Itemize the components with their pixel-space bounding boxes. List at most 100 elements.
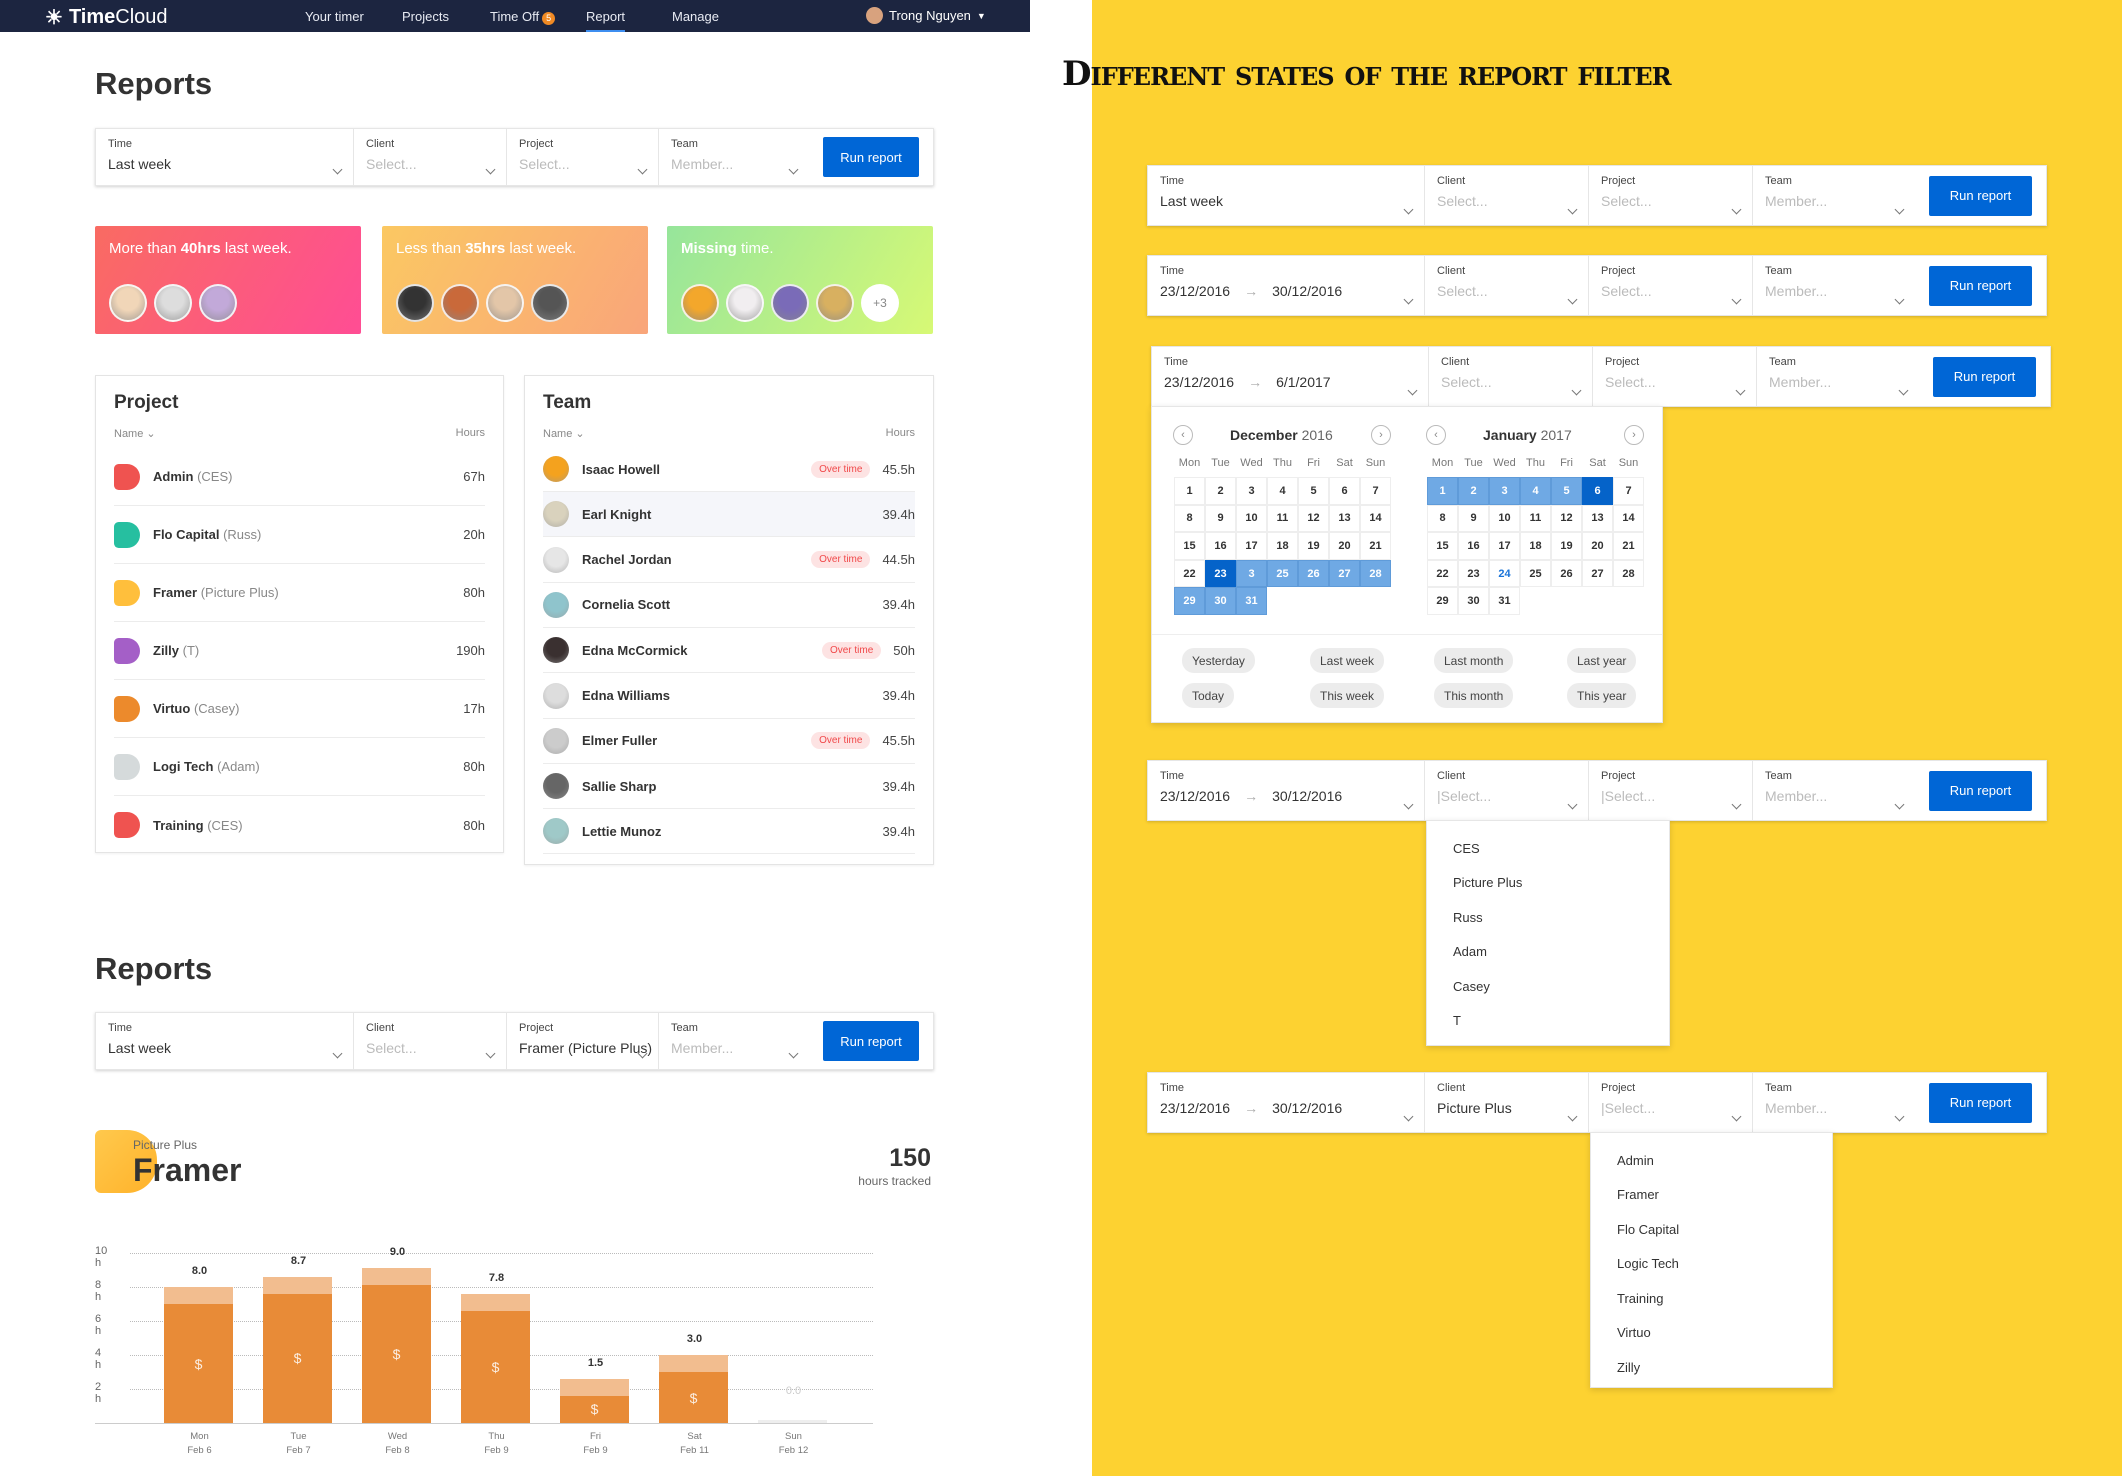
calendar-day[interactable]: 5	[1298, 477, 1329, 505]
quick-range-last-week[interactable]: Last week	[1310, 648, 1385, 673]
calendar-day[interactable]: 3	[1236, 559, 1267, 588]
filter-team-value[interactable]: Member...	[671, 1040, 797, 1056]
calendar-day[interactable]: 10	[1236, 504, 1267, 533]
client-option[interactable]: T	[1427, 1004, 1669, 1039]
nav-item-report[interactable]: Report	[586, 9, 626, 32]
filter-project-value[interactable]: Select...	[1601, 283, 1740, 299]
quick-range-this-week[interactable]: This week	[1310, 683, 1385, 708]
filter-client-value[interactable]: Select...	[1441, 374, 1580, 390]
calendar-day[interactable]: 22	[1174, 559, 1205, 588]
project-option[interactable]: Virtuo	[1591, 1316, 1832, 1351]
team-member-row[interactable]: Edna McCormick Over time 50h	[543, 628, 915, 674]
calendar-day[interactable]: 7	[1613, 477, 1644, 505]
calendar-day[interactable]: 12	[1551, 504, 1582, 533]
team-member-row[interactable]: Rachel Jordan Over time 44.5h	[543, 538, 915, 583]
calendar-day[interactable]: 12	[1298, 504, 1329, 533]
filter-time[interactable]: Time Last week	[1148, 166, 1425, 225]
next-month-button[interactable]: ›	[1624, 425, 1644, 445]
filter-client[interactable]: Client Picture Plus	[1425, 1073, 1589, 1132]
run-report-button[interactable]: Run report	[823, 1021, 919, 1061]
filter-client-value[interactable]: Select...	[1437, 193, 1576, 209]
filter-time-value[interactable]: 23/12/2016 → 6/1/2017	[1164, 374, 1416, 390]
calendar-day[interactable]: 11	[1520, 504, 1551, 533]
bar-segment-nonbillable[interactable]	[164, 1287, 233, 1304]
alert-card[interactable]: Less than 35hrs last week.	[382, 226, 648, 334]
project-option[interactable]: Admin	[1591, 1143, 1832, 1178]
avatar[interactable]	[531, 284, 569, 322]
calendar-day[interactable]: 31	[1236, 587, 1267, 615]
filter-time[interactable]: Time 23/12/2016 → 30/12/2016	[1148, 256, 1425, 315]
quick-range-this-month[interactable]: This month	[1434, 683, 1514, 708]
project-row[interactable]: Framer (Picture Plus) 80h	[114, 564, 485, 622]
project-row[interactable]: Flo Capital (Russ) 20h	[114, 506, 485, 564]
calendar-day[interactable]: 15	[1427, 532, 1458, 560]
bar-segment-nonbillable[interactable]	[659, 1355, 728, 1372]
calendar-day[interactable]: 8	[1174, 504, 1205, 533]
calendar-day[interactable]: 23	[1458, 559, 1489, 588]
calendar-day[interactable]: 4	[1520, 477, 1551, 505]
filter-time[interactable]: Time Last week	[96, 1013, 354, 1069]
run-report-button[interactable]: Run report	[1929, 1082, 2032, 1123]
quick-range-today[interactable]: Today	[1182, 683, 1235, 708]
filter-time[interactable]: Time 23/12/2016 → 6/1/2017	[1152, 347, 1429, 406]
filter-client[interactable]: Client |Select...	[1425, 761, 1589, 820]
filter-project[interactable]: Project Select...	[507, 129, 659, 185]
calendar-day[interactable]: 11	[1267, 504, 1298, 533]
calendar-day[interactable]: 26	[1298, 559, 1329, 588]
filter-client-value[interactable]: Select...	[366, 156, 494, 172]
run-report-button[interactable]: Run report	[1929, 265, 2032, 306]
filter-client[interactable]: Client Select...	[1425, 256, 1589, 315]
calendar-day[interactable]: 20	[1582, 532, 1613, 560]
calendar-day[interactable]: 21	[1360, 532, 1391, 560]
bar-segment-billable[interactable]: $	[560, 1395, 629, 1423]
logo[interactable]: ☀ TimeCloud	[45, 5, 168, 30]
calendar-day[interactable]: 27	[1329, 559, 1360, 588]
calendar-day[interactable]: 14	[1613, 504, 1644, 533]
team-member-row[interactable]: Earl Knight 39.4h	[543, 492, 915, 538]
project-option[interactable]: Framer	[1591, 1178, 1832, 1213]
bar-segment-nonbillable[interactable]	[560, 1378, 629, 1396]
project-row[interactable]: Training (CES) 80h	[114, 796, 485, 854]
calendar-day[interactable]: 3	[1236, 477, 1267, 505]
avatar[interactable]	[726, 284, 764, 322]
calendar-day[interactable]: 26	[1551, 559, 1582, 588]
run-report-button[interactable]: Run report	[1929, 770, 2032, 811]
calendar-day[interactable]: 16	[1458, 532, 1489, 560]
quick-range-this-year[interactable]: This year	[1567, 683, 1637, 708]
calendar-day[interactable]: 5	[1551, 477, 1582, 505]
filter-team[interactable]: Team Member...	[659, 1013, 809, 1069]
next-month-button[interactable]: ›	[1371, 425, 1391, 445]
filter-time-value[interactable]: 23/12/2016 → 30/12/2016	[1160, 283, 1412, 299]
calendar-day[interactable]: 1	[1427, 477, 1458, 505]
filter-team[interactable]: Team Member...	[1753, 1073, 1915, 1132]
filter-project[interactable]: Project Framer (Picture Plus)	[507, 1013, 659, 1069]
filter-client[interactable]: Client Select...	[354, 129, 507, 185]
avatar[interactable]	[109, 284, 147, 322]
calendar-day[interactable]: 31	[1489, 587, 1520, 615]
bar-segment-nonbillable[interactable]	[362, 1268, 431, 1286]
calendar-day[interactable]: 13	[1582, 504, 1613, 533]
calendar-day[interactable]: 27	[1582, 559, 1613, 588]
calendar-day[interactable]: 16	[1205, 532, 1236, 560]
team-member-row[interactable]: Elmer Fuller Over time 45.5h	[543, 719, 915, 764]
calendar-day[interactable]: 25	[1520, 559, 1551, 588]
filter-project-value[interactable]: Select...	[1601, 193, 1740, 209]
filter-client-value[interactable]: |Select...	[1437, 788, 1576, 804]
calendar-day[interactable]: 28	[1360, 559, 1391, 588]
calendar-day[interactable]: 1	[1174, 477, 1205, 505]
filter-team[interactable]: Team Member...	[1753, 256, 1915, 315]
filter-team[interactable]: Team Member...	[659, 129, 809, 185]
prev-month-button[interactable]: ‹	[1426, 425, 1446, 445]
client-option[interactable]: Adam	[1427, 935, 1669, 970]
calendar-day[interactable]: 25	[1267, 559, 1298, 588]
calendar-day[interactable]: 4	[1267, 477, 1298, 505]
filter-team-value[interactable]: Member...	[1769, 374, 1907, 390]
calendar-day[interactable]: 2	[1205, 477, 1236, 505]
prev-month-button[interactable]: ‹	[1173, 425, 1193, 445]
nav-item-your-timer[interactable]: Your timer	[305, 9, 364, 24]
project-option[interactable]: Logic Tech	[1591, 1247, 1832, 1282]
user-menu[interactable]: Trong Nguyen ▼	[866, 7, 986, 24]
calendar-day[interactable]: 14	[1360, 504, 1391, 533]
filter-project-value[interactable]: Select...	[519, 156, 646, 172]
filter-client-value[interactable]: Select...	[1437, 283, 1576, 299]
